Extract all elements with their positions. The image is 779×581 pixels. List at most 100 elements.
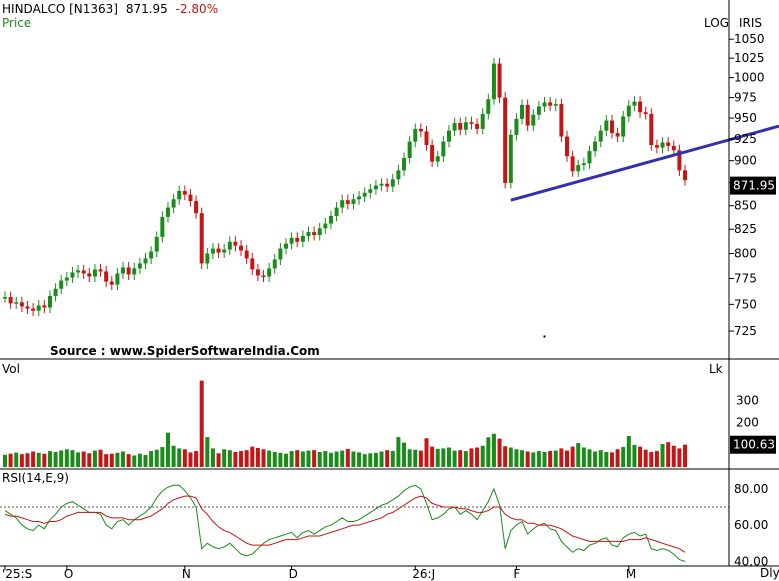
time-tick-label: 26:J	[412, 567, 435, 581]
candle-body	[362, 192, 367, 197]
volume-bar	[64, 449, 69, 467]
candle-body	[469, 122, 474, 124]
candle-body	[497, 63, 502, 98]
candle-body	[121, 267, 126, 274]
volume-bar	[435, 448, 440, 467]
volume-bar	[373, 452, 378, 467]
candle-body	[14, 302, 19, 304]
candle-body	[536, 106, 541, 115]
volume-bar	[121, 451, 126, 467]
candle-body	[104, 271, 109, 282]
candle-body	[216, 248, 221, 253]
price-tick-label: 725	[734, 324, 757, 338]
volume-bar	[514, 449, 519, 467]
volume-bar	[486, 437, 491, 467]
candle-body	[598, 130, 603, 142]
volume-bar	[654, 451, 659, 467]
candle-body	[503, 97, 508, 183]
candle-body	[3, 297, 7, 299]
volume-bar	[683, 444, 688, 467]
volume-bar	[194, 451, 199, 467]
candle-body	[559, 104, 564, 137]
candle-body	[199, 213, 204, 264]
candle-body	[205, 253, 210, 264]
candle-body	[626, 105, 631, 117]
volume-bar	[47, 451, 52, 467]
candle-body	[609, 120, 614, 134]
candle-body	[480, 113, 485, 129]
price-tick-label: 1000	[734, 71, 765, 85]
stock-chart[interactable]: 7257507758008258508759009259509751000102…	[0, 0, 779, 581]
candle-body	[278, 248, 283, 260]
volume-bar	[272, 451, 277, 467]
candle-body	[312, 232, 317, 235]
volume-bar	[154, 449, 159, 467]
volume-bar	[418, 450, 423, 467]
candle-body	[593, 141, 598, 152]
candle-body	[643, 112, 648, 114]
candle-body	[255, 269, 260, 276]
volume-bar	[188, 452, 193, 467]
candle-body	[373, 185, 378, 190]
price-tick-label: 900	[734, 154, 757, 168]
volume-bar	[216, 453, 221, 467]
volume-bar	[137, 453, 142, 467]
candle-body	[25, 306, 30, 309]
time-tick-label: M	[626, 567, 636, 581]
candle-body	[418, 128, 423, 132]
candle-body	[604, 120, 609, 131]
candle-body	[171, 199, 176, 208]
candle-body	[368, 189, 373, 193]
price-tick-label: 975	[734, 91, 757, 105]
candle-body	[87, 273, 92, 277]
volume-bar	[385, 450, 390, 467]
volume-bar	[666, 442, 671, 467]
volume-bar	[177, 448, 182, 467]
volume-bar	[413, 449, 418, 467]
candle-body	[328, 215, 333, 224]
candle-body	[615, 133, 620, 137]
candle-body	[486, 99, 491, 114]
candle-body	[581, 163, 586, 166]
volume-bar	[19, 454, 24, 467]
volume-bar	[677, 448, 682, 467]
volume-bar	[70, 450, 75, 467]
volume-bar	[430, 446, 435, 467]
volume-bar	[593, 451, 598, 467]
candle-body	[160, 216, 165, 237]
rsi-tick-label: 60.00	[734, 518, 768, 532]
candle-body	[306, 232, 311, 236]
volume-bar	[92, 450, 97, 467]
volume-bar	[520, 450, 525, 467]
candle-body	[194, 201, 199, 214]
candle-body	[109, 281, 114, 285]
volume-bar	[104, 454, 109, 467]
volume-bar	[317, 451, 322, 467]
volume-bar	[463, 451, 468, 467]
candle-body	[8, 297, 13, 304]
candle-body	[565, 136, 569, 157]
volume-bar	[25, 453, 30, 467]
candle-body	[553, 104, 558, 106]
volume-bar	[638, 446, 643, 467]
price-dot-marker	[543, 335, 546, 338]
volume-bar	[160, 447, 165, 467]
candle-body	[31, 308, 36, 311]
candle-body	[239, 245, 244, 251]
volume-bar	[649, 451, 654, 467]
candle-body	[683, 170, 688, 181]
candle-body	[227, 241, 232, 250]
candle-body	[317, 228, 322, 235]
volume-bar	[570, 446, 575, 467]
volume-tick-label: 200	[736, 416, 759, 430]
volume-bar	[626, 436, 631, 467]
candle-body	[666, 142, 671, 146]
volume-bar	[233, 451, 238, 467]
volume-bar	[424, 438, 429, 467]
volume-bar	[306, 450, 311, 467]
candle-body	[340, 200, 345, 208]
candle-body	[165, 207, 170, 217]
candle-body	[475, 123, 480, 129]
candle-body	[396, 170, 401, 180]
candle-body	[92, 269, 97, 277]
